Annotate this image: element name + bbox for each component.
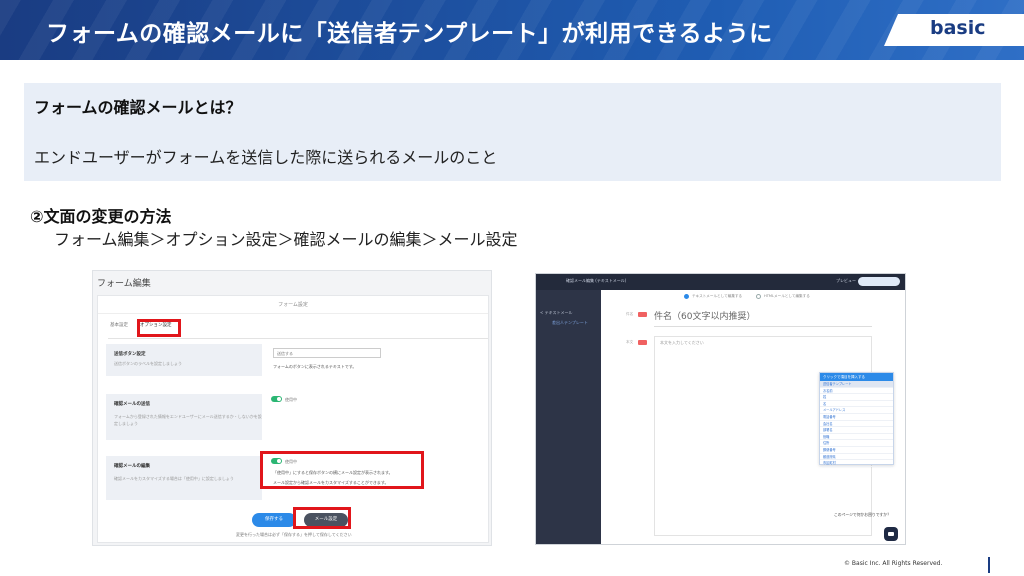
dropdown-item[interactable]: 姓 — [820, 394, 893, 401]
body-placeholder: 本文を入力してください — [660, 340, 704, 345]
brand-logo: basic — [930, 17, 986, 39]
dropdown-item[interactable]: 会社名 — [820, 421, 893, 428]
row-desc: 送信ボタンのラベルを設定しましょう — [114, 361, 182, 366]
dropdown-title: クリックで項目を挿入する — [820, 373, 893, 381]
radio-text-label: テキストメールとして編集する — [692, 294, 743, 298]
subject-underline — [654, 326, 872, 327]
editor-topbar: 確認メール編集 (テキストメール) プレビュー — [536, 274, 905, 290]
radio-text-mail[interactable] — [684, 294, 689, 299]
row-desc: フォームから登録された情報をエンドユーザーにメール送信するか・しないかを設定しま… — [114, 414, 262, 426]
highlight-edit-toggle — [260, 451, 424, 489]
save-button[interactable]: 保存する — [252, 513, 296, 527]
row-title: 確認メールの編集 — [114, 464, 150, 469]
dropdown-item[interactable]: 郵便番号 — [820, 447, 893, 454]
send-mail-toggle[interactable] — [271, 396, 282, 402]
required-tag — [638, 340, 647, 345]
insert-field-dropdown[interactable]: クリックで項目を挿入する 送信者テンプレート お名前 姓 名 メールアドレス 電… — [819, 372, 894, 467]
editor-title: 確認メール編集 (テキストメール) — [566, 278, 627, 283]
row-title: 送信ボタン設定 — [114, 352, 146, 357]
sidebar-item-sender-template[interactable]: 差出人テンプレート — [552, 320, 588, 326]
dropdown-item[interactable]: 住所 — [820, 440, 893, 447]
submit-label-note: フォームのボタンに表示されるテキストです。 — [273, 364, 357, 369]
submit-button-setting-row: 送信ボタン設定 送信ボタンのラベルを設定しましょう — [106, 344, 262, 376]
form-edit-title: フォーム編集 — [97, 279, 151, 289]
row-desc: 確認メールをカスタマイズする場合は「使用中」に設定しましょう — [114, 476, 234, 481]
copyright: © Basic Inc. All Rights Reserved. — [844, 560, 943, 567]
footer-divider — [988, 557, 990, 573]
preview-link[interactable]: プレビュー — [836, 278, 856, 284]
form-options-screenshot: フォーム編集 フォーム設定 基本設定 オプション設定 送信ボタン設定 送信ボタン… — [92, 270, 492, 546]
chat-icon[interactable] — [884, 527, 898, 541]
confirm-mail-edit-row: 確認メールの編集 確認メールをカスタマイズする場合は「使用中」に設定しましょう — [106, 456, 262, 500]
confirm-mail-send-row: 確認メールの送信 フォームから登録された情報をエンドユーザーにメール送信するか・… — [106, 394, 262, 440]
dropdown-item[interactable]: 送信者テンプレート — [820, 381, 893, 388]
dropdown-item[interactable]: 部署名 — [820, 427, 893, 434]
dropdown-item[interactable]: メールアドレス — [820, 407, 893, 414]
save-reminder: 変更を行った場合は必ず「保存する」を押して保存してください — [236, 532, 352, 537]
brand-badge: basic — [884, 14, 1024, 46]
dropdown-item[interactable]: 市区町村 — [820, 460, 893, 467]
save-mail-button[interactable] — [858, 277, 900, 286]
toggle-label: 使用中 — [285, 397, 297, 402]
back-link[interactable]: < テキストメール — [540, 310, 573, 316]
subject-label: 件名 — [626, 312, 634, 316]
highlight-mail-button — [293, 507, 351, 529]
definition-question: フォームの確認メールとは？ — [34, 98, 242, 117]
slide-title: フォームの確認メールに「送信者テンプレート」が利用できるように — [46, 21, 773, 47]
radio-html-label: HTMLメールとして編集する — [764, 294, 810, 298]
dropdown-item[interactable]: 都道府県 — [820, 454, 893, 461]
tab-divider — [108, 338, 488, 339]
submit-label-input[interactable]: 送信する — [273, 348, 381, 358]
tab-basic-settings[interactable]: 基本設定 — [110, 322, 128, 328]
form-settings-header: フォーム設定 — [98, 296, 488, 314]
method-title: ②文面の変更の方法 — [30, 207, 172, 226]
editor-sidebar: < テキストメール 差出人テンプレート — [536, 290, 601, 544]
mail-editor-screenshot: 確認メール編集 (テキストメール) プレビュー < テキストメール 差出人テンプ… — [535, 273, 906, 545]
body-label: 本文 — [626, 340, 634, 344]
definition-answer: エンドユーザーがフォームを送信した際に送られるメールのこと — [34, 148, 498, 167]
help-chat-prompt[interactable]: このページで何かお困りですか？ — [834, 512, 891, 518]
radio-html-mail[interactable] — [756, 294, 761, 299]
definition-box: フォームの確認メールとは？ エンドユーザーがフォームを送信した際に送られるメール… — [24, 83, 1001, 181]
highlight-option-tab — [137, 319, 181, 337]
dropdown-item[interactable]: お名前 — [820, 388, 893, 395]
dropdown-item[interactable]: 電話番号 — [820, 414, 893, 421]
row-title: 確認メールの送信 — [114, 402, 150, 407]
dropdown-item[interactable]: 名 — [820, 401, 893, 408]
subject-input[interactable]: 件名（60文字以内推奨） — [654, 309, 755, 322]
slide-header: フォームの確認メールに「送信者テンプレート」が利用できるように basic — [0, 0, 1024, 60]
method-path: フォーム編集＞オプション設定＞確認メールの編集＞メール設定 — [54, 230, 518, 249]
dropdown-item[interactable]: 役職 — [820, 434, 893, 441]
required-tag — [638, 312, 647, 317]
